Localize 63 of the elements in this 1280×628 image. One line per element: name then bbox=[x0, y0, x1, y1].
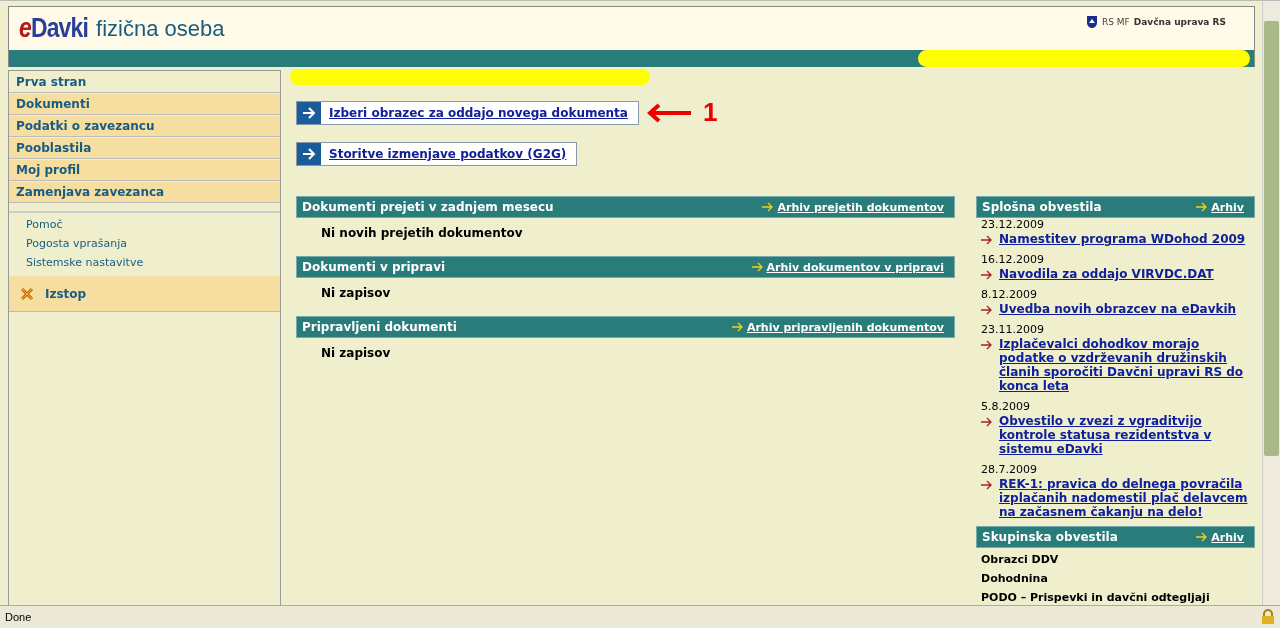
sidebar-menu-item[interactable]: Zamenjava zavezanca bbox=[9, 182, 280, 203]
arrow-left-icon bbox=[646, 102, 693, 123]
arrow-right-icon bbox=[302, 106, 316, 119]
archive-link[interactable]: Arhiv dokumentov v pripravi bbox=[766, 260, 944, 274]
arrow-right-icon bbox=[981, 305, 993, 315]
arrow-right-icon bbox=[981, 417, 993, 427]
sidebar-link[interactable]: Sistemske nastavitve bbox=[26, 255, 144, 271]
arrow-right-icon bbox=[981, 235, 993, 245]
panel-title: Dokumenti prejeti v zadnjem mesecu bbox=[302, 200, 554, 214]
arrow-right-icon bbox=[981, 340, 993, 350]
coat-of-arms-icon bbox=[1086, 15, 1098, 29]
group-news-item[interactable]: Dohodnina bbox=[976, 567, 1255, 586]
sidebar-menu-item[interactable]: Pooblastila bbox=[9, 138, 280, 159]
news-link[interactable]: Izplačevalci dohodkov morajo podatke o vzdrževanih družinskih članih sporočiti Davčni upravi RS do konca leta bbox=[999, 337, 1255, 393]
sidebar-link[interactable]: Pogosta vprašanja bbox=[26, 236, 127, 252]
arrow-right-icon bbox=[1196, 532, 1209, 542]
news-date: 8.12.2009 bbox=[981, 288, 1038, 302]
arrow-right-icon bbox=[762, 202, 775, 212]
panel-title: Splošna obvestila bbox=[982, 200, 1102, 214]
panel-title: Pripravljeni dokumenti bbox=[302, 320, 457, 334]
news-date: 23.12.2009 bbox=[981, 218, 1045, 232]
annotation-number: 1 bbox=[702, 97, 718, 128]
arrow-right-icon bbox=[1196, 202, 1209, 212]
panel-message: Ni novih prejetih dokumentov bbox=[320, 225, 524, 242]
group-news-item[interactable]: PODO – Prispevki in davčni odtegljaji bbox=[976, 586, 1255, 605]
arrow-right-icon bbox=[302, 148, 316, 160]
news-link[interactable]: Navodila za oddajo VIRVDC.DAT bbox=[999, 267, 1214, 281]
news-date: 16.12.2009 bbox=[981, 253, 1045, 267]
logo[interactable]: eDavki bbox=[19, 13, 88, 44]
action-link[interactable]: Izberi obrazec za oddajo novega dokumenta bbox=[296, 100, 639, 125]
arrow-right-icon bbox=[751, 262, 764, 272]
sidebar-menu-item[interactable]: Moj profil bbox=[9, 160, 280, 181]
news-date: 28.7.2009 bbox=[981, 463, 1038, 477]
arrow-right-icon bbox=[981, 270, 993, 280]
news-link[interactable]: Uvedba novih obrazcev na eDavkih bbox=[999, 302, 1237, 316]
news-date: 5.8.2009 bbox=[981, 400, 1031, 414]
page-title: fizična oseba bbox=[96, 15, 225, 42]
news-link[interactable]: REK-1: pravica do delnega povračila izplačanih nadomestil plač delavcem na začasnem čakanju na delo! bbox=[999, 477, 1255, 519]
scrollbar[interactable] bbox=[1262, 1, 1280, 605]
arrow-right-icon bbox=[731, 322, 744, 332]
status-text: Done bbox=[5, 611, 32, 623]
panel-title: Dokumenti v pripravi bbox=[302, 260, 446, 274]
sidebar-link[interactable]: Pomoč bbox=[26, 217, 63, 233]
lock-icon bbox=[1261, 609, 1275, 625]
panel-message: Ni zapisov bbox=[320, 285, 392, 302]
close-icon bbox=[19, 285, 35, 302]
news-date: 23.11.2009 bbox=[981, 323, 1045, 337]
news-link[interactable]: Namestitev programa WDohod 2009 bbox=[999, 232, 1246, 246]
action-link[interactable]: Storitve izmenjave podatkov (G2G) bbox=[296, 142, 578, 166]
panel-message: Ni zapisov bbox=[320, 345, 392, 362]
news-link[interactable]: Obvestilo v zvezi z vgraditvijo kontrole statusa rezidentstva v sistemu eDavki bbox=[999, 414, 1255, 456]
archive-link[interactable]: Arhiv bbox=[1211, 200, 1244, 214]
agency-prefix: RS MF bbox=[1102, 17, 1130, 27]
archive-link[interactable]: Arhiv prejetih dokumentov bbox=[777, 200, 944, 214]
group-news-item[interactable]: Obrazci DDV bbox=[976, 548, 1255, 567]
arrow-right-icon bbox=[981, 480, 993, 490]
sidebar-menu-item[interactable]: Podatki o zavezancu bbox=[9, 116, 280, 137]
sidebar-menu-item[interactable]: Dokumenti bbox=[9, 94, 280, 115]
logout-button[interactable]: Izstop bbox=[9, 276, 280, 312]
archive-link[interactable]: Arhiv pripravljenih dokumentov bbox=[746, 320, 944, 334]
archive-link[interactable]: Arhiv bbox=[1211, 530, 1244, 544]
agency-name: Davčna uprava RS bbox=[1133, 17, 1226, 27]
panel-title: Skupinska obvestila bbox=[982, 530, 1118, 544]
